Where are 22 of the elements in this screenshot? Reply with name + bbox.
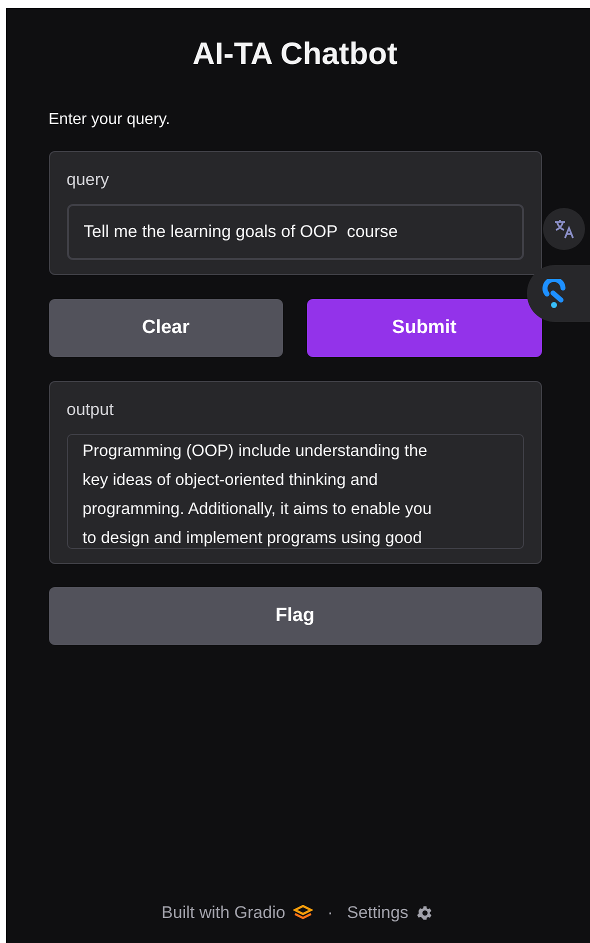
layers-logo-icon (293, 905, 314, 921)
query-input[interactable]: Tell me the learning goals of OOP course (66, 204, 524, 260)
field-label: query (66, 170, 110, 190)
translate-button[interactable] (543, 208, 585, 250)
settings-icon[interactable] (416, 904, 434, 922)
output-text-line: programming. Additionally, it aims to enable you (82, 499, 433, 520)
flag-button[interactable]: Flag (48, 587, 542, 645)
field-label: output (66, 400, 114, 420)
output-text-line: Programming (OOP) include understanding the (82, 441, 428, 462)
description-text: Enter your query. (48, 111, 170, 129)
clear-button[interactable]: Clear (48, 299, 283, 357)
assistant-tab-button[interactable] (527, 265, 590, 322)
hook-logo-icon (542, 278, 568, 308)
settings-link[interactable]: Settings (347, 903, 408, 923)
app-title: AI-TA Chatbot (192, 36, 398, 72)
output-field[interactable]: Programming (OOP) include understanding the key ideas of object-oriented thinking and programming. Additionally, it aims to enable you to design and implement programs using good (66, 434, 524, 549)
output-text-line: key ideas of object-oriented thinking and (82, 470, 379, 491)
built-with-link[interactable]: Built with Gradio (162, 903, 286, 923)
submit-button[interactable]: Submit (307, 299, 542, 357)
translate-icon (552, 217, 576, 241)
output-text-line: to design and implement programs using good (82, 528, 423, 548)
separator-dot: · (327, 903, 333, 923)
